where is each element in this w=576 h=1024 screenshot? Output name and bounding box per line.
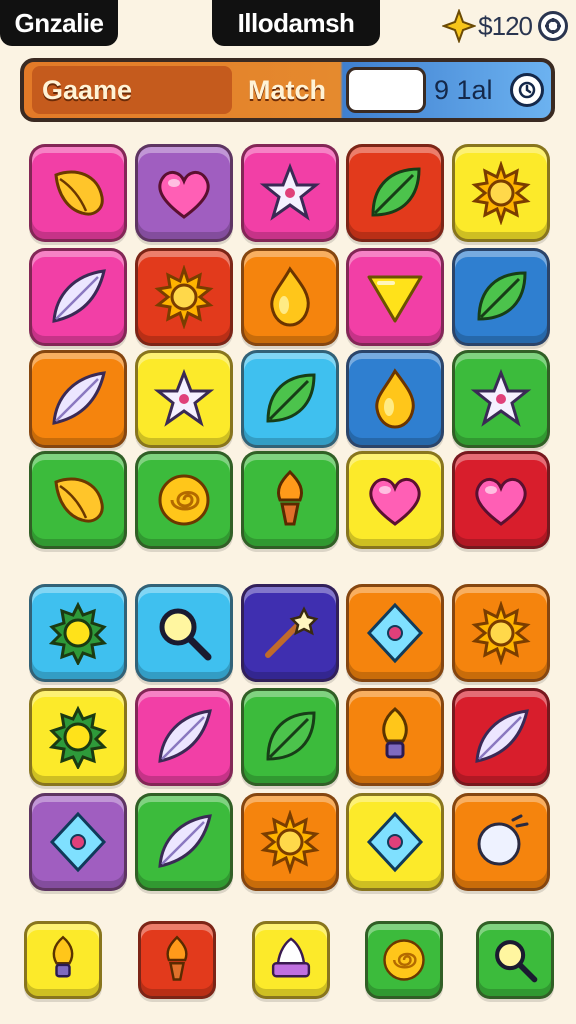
flame-icon xyxy=(375,368,415,429)
shell-icon xyxy=(54,170,104,216)
tile-bottom-r1c4[interactable] xyxy=(346,584,444,682)
tile-top-r1c1[interactable] xyxy=(29,144,127,242)
tile-top-r3c3[interactable] xyxy=(241,350,339,448)
shell-icon xyxy=(54,477,104,523)
level-title-label: Illodamsh xyxy=(237,7,355,38)
heart-icon xyxy=(158,171,210,219)
tile-top-r2c3[interactable] xyxy=(241,248,339,346)
player-name-tab[interactable]: Gnzalie xyxy=(0,0,118,46)
tile-top-r4c4[interactable] xyxy=(346,451,444,549)
swirl-icon xyxy=(158,474,210,526)
bubble-icon xyxy=(477,814,529,866)
bulb-icon xyxy=(52,935,74,978)
tile-bottom-r3c4[interactable] xyxy=(346,793,444,891)
gem-icon xyxy=(366,811,424,873)
magnifier-icon xyxy=(495,940,538,983)
tile-top-r2c2[interactable] xyxy=(135,248,233,346)
bulb-icon xyxy=(382,707,408,759)
sun-icon xyxy=(154,265,214,329)
powerup-button-5[interactable] xyxy=(476,921,554,999)
tile-top-r4c3[interactable] xyxy=(241,451,339,549)
powerup-button-1[interactable] xyxy=(24,921,102,999)
match-label: Match xyxy=(248,62,326,118)
info-button[interactable] xyxy=(510,73,544,107)
tile-bottom-r2c4[interactable] xyxy=(346,688,444,786)
tile-top-r2c1[interactable] xyxy=(29,248,127,346)
star-icon xyxy=(259,162,321,221)
sun-icon xyxy=(471,161,531,225)
tile-bottom-r1c5[interactable] xyxy=(452,584,550,682)
star-icon xyxy=(470,368,532,427)
settings-button[interactable] xyxy=(538,11,568,41)
wand-icon xyxy=(265,606,319,658)
header-bar: Gaame Match 9 1al xyxy=(20,58,555,122)
tile-bottom-r2c3[interactable] xyxy=(241,688,339,786)
sun-icon xyxy=(260,810,320,874)
star-icon xyxy=(153,368,215,427)
tile-top-r4c1[interactable] xyxy=(29,451,127,549)
tile-bottom-r2c1[interactable] xyxy=(29,688,127,786)
game-mode-button[interactable]: Gaame xyxy=(32,66,232,114)
gem-icon xyxy=(49,811,107,873)
heart-icon xyxy=(369,478,421,526)
swirl-icon xyxy=(383,939,425,981)
triangle-icon xyxy=(367,275,423,323)
tile-top-r1c2[interactable] xyxy=(135,144,233,242)
gem-icon xyxy=(366,602,424,664)
tile-bottom-r3c5[interactable] xyxy=(452,793,550,891)
clock-icon xyxy=(518,81,536,99)
match-input[interactable] xyxy=(346,67,426,113)
gear-icon xyxy=(48,705,108,769)
tile-bottom-r3c2[interactable] xyxy=(135,793,233,891)
heart-icon xyxy=(475,478,527,526)
game-mode-label: Gaame xyxy=(42,74,133,105)
tile-top-r4c2[interactable] xyxy=(135,451,233,549)
tile-bottom-r3c1[interactable] xyxy=(29,793,127,891)
tile-bottom-r1c1[interactable] xyxy=(29,584,127,682)
tile-top-r2c5[interactable] xyxy=(452,248,550,346)
tile-bottom-r1c2[interactable] xyxy=(135,584,233,682)
leaf-icon xyxy=(477,271,527,321)
magnifier-icon xyxy=(159,608,212,661)
tile-top-r4c5[interactable] xyxy=(452,451,550,549)
tile-top-r3c2[interactable] xyxy=(135,350,233,448)
feather-icon xyxy=(158,814,212,868)
feather-icon xyxy=(52,371,106,425)
currency-value: $120 xyxy=(478,10,533,41)
tile-bottom-r1c3[interactable] xyxy=(241,584,339,682)
gear-icon xyxy=(48,601,108,665)
leaf-icon xyxy=(266,711,316,761)
sparkle-coin-icon xyxy=(442,9,477,43)
level-title-tab[interactable]: Illodamsh xyxy=(212,0,380,46)
sun-icon xyxy=(471,601,531,665)
tile-top-r2c4[interactable] xyxy=(346,248,444,346)
tile-bottom-r2c5[interactable] xyxy=(452,688,550,786)
powerup-button-4[interactable] xyxy=(365,921,443,999)
tile-top-r3c1[interactable] xyxy=(29,350,127,448)
gear-icon xyxy=(545,18,561,34)
torch-icon xyxy=(276,469,304,526)
feather-icon xyxy=(475,709,529,763)
match-text: Match xyxy=(248,74,327,105)
tile-top-r3c4[interactable] xyxy=(346,350,444,448)
tile-top-r3c5[interactable] xyxy=(452,350,550,448)
currency-display: $120 xyxy=(442,6,568,46)
tile-top-r1c3[interactable] xyxy=(241,144,339,242)
tile-bottom-r3c3[interactable] xyxy=(241,793,339,891)
cake-icon xyxy=(271,937,311,978)
feather-icon xyxy=(158,709,212,763)
powerup-button-3[interactable] xyxy=(252,921,330,999)
tile-top-r1c5[interactable] xyxy=(452,144,550,242)
feather-icon xyxy=(52,269,106,323)
powerup-button-2[interactable] xyxy=(138,921,216,999)
flame-icon xyxy=(270,266,310,327)
stat-value: 9 1al xyxy=(434,74,493,105)
leaf-icon xyxy=(371,167,421,217)
stat-readout: 9 1al xyxy=(434,62,493,118)
tile-bottom-r2c2[interactable] xyxy=(135,688,233,786)
torch-icon xyxy=(166,935,188,981)
player-name-label: Gnzalie xyxy=(14,7,104,38)
tile-top-r1c4[interactable] xyxy=(346,144,444,242)
leaf-icon xyxy=(266,373,316,423)
